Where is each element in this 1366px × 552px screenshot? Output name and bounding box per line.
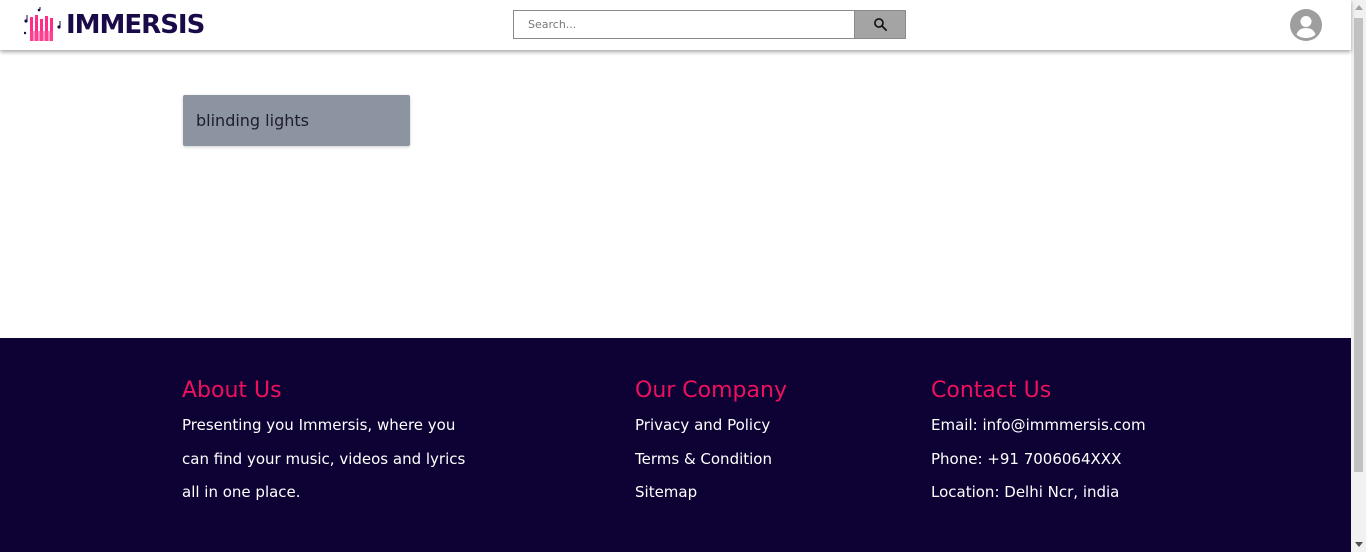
search-result-title: blinding lights <box>196 111 309 130</box>
contact-heading: Contact Us <box>931 378 1052 403</box>
logo-icon <box>24 7 61 41</box>
footer-company-section: Our Company Privacy and Policy Terms & C… <box>635 378 787 510</box>
top-navbar: IMMERSIS <box>0 0 1351 50</box>
sitemap-link[interactable]: Sitemap <box>635 476 787 510</box>
search-input[interactable] <box>513 10 855 39</box>
footer-about-section: About Us Presenting you Immersis, where … <box>182 378 512 510</box>
contact-location: Location: Delhi Ncr, india <box>931 483 1120 501</box>
logo[interactable]: IMMERSIS <box>24 6 205 44</box>
scroll-up-arrow-icon[interactable] <box>1355 5 1363 10</box>
user-avatar[interactable] <box>1290 9 1322 41</box>
logo-text: IMMERSIS <box>66 10 205 40</box>
about-text-line: Presenting you Immersis, where you <box>182 416 456 434</box>
search-button[interactable] <box>855 10 906 39</box>
search-bar <box>513 10 906 39</box>
contact-phone: Phone: +91 7006064XXX <box>931 449 1122 468</box>
page: IMMERSIS blinding lights About Us <box>0 0 1366 552</box>
company-heading: Our Company <box>635 378 787 403</box>
scroll-down-arrow-icon[interactable] <box>1355 542 1363 547</box>
about-text-line: all in one place. <box>182 483 301 501</box>
footer-contact-section: Contact Us Email: info@immmersis.com Pho… <box>931 378 1146 510</box>
about-heading: About Us <box>182 378 282 403</box>
search-result-card[interactable]: blinding lights <box>183 95 410 146</box>
contact-email: Email: info@immmersis.com <box>931 416 1146 434</box>
search-icon <box>873 18 887 31</box>
about-text-line: can find your music, videos and lyrics <box>182 449 466 468</box>
terms-condition-link[interactable]: Terms & Condition <box>635 443 787 477</box>
vertical-scrollbar[interactable] <box>1351 0 1366 552</box>
footer: About Us Presenting you Immersis, where … <box>0 338 1351 552</box>
privacy-policy-link[interactable]: Privacy and Policy <box>635 409 787 443</box>
scrollbar-thumb[interactable] <box>1354 18 1363 472</box>
user-avatar-icon <box>1296 16 1316 38</box>
